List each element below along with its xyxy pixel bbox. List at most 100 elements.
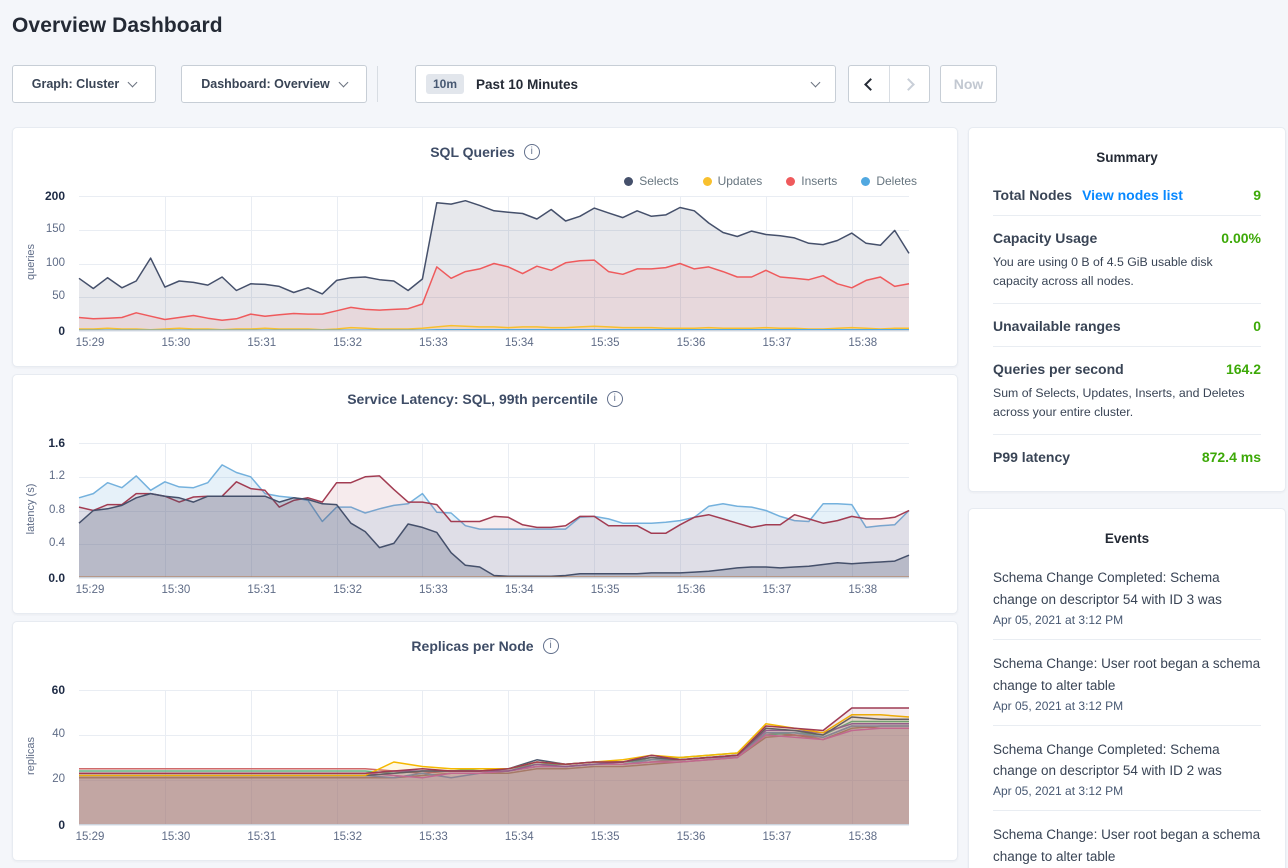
legend-dot-icon <box>624 177 633 186</box>
x-tick-label: 15:36 <box>677 584 706 596</box>
x-tick-label: 15:35 <box>591 337 620 349</box>
x-tick-label: 15:31 <box>247 831 276 843</box>
x-tick-label: 15:38 <box>848 831 877 843</box>
chevron-left-icon <box>864 78 877 91</box>
legend-item[interactable]: Inserts <box>786 174 837 188</box>
events-panel: Events Schema Change Completed: Schema c… <box>968 508 1286 868</box>
summary-stat-row: P99 latency872.4 ms <box>993 435 1261 485</box>
stat-label: P99 latency <box>993 449 1070 465</box>
stat-value: 9 <box>1253 187 1261 203</box>
event-timestamp: Apr 05, 2021 at 3:12 PM <box>993 613 1261 627</box>
summary-title: Summary <box>993 144 1261 173</box>
dashboard-dropdown[interactable]: Dashboard: Overview <box>181 65 367 103</box>
event-item[interactable]: Schema Change Completed: Schema change o… <box>993 554 1261 640</box>
graph-dropdown[interactable]: Graph: Cluster <box>12 65 156 103</box>
legend-dot-icon <box>786 177 795 186</box>
event-message: Schema Change: User root began a schema … <box>993 824 1261 868</box>
legend-dot-icon <box>703 177 712 186</box>
replicas-per-node-plot[interactable]: replicas 0204060 15:2915:3015:3115:3215:… <box>13 690 959 850</box>
summary-stat-row: Total NodesView nodes list9 <box>993 173 1261 216</box>
legend-label: Deletes <box>876 174 917 188</box>
x-tick-label: 15:35 <box>591 584 620 596</box>
y-tick-label: 1.2 <box>13 470 65 482</box>
dashboard-dropdown-label: Dashboard: Overview <box>201 77 330 91</box>
y-tick-label: 0 <box>13 818 65 832</box>
y-tick-label: 20 <box>13 773 65 785</box>
chevron-down-icon <box>338 77 348 87</box>
x-tick-label: 15:37 <box>763 831 792 843</box>
chart-canvas <box>79 443 909 578</box>
event-item[interactable]: Schema Change Completed: Schema change o… <box>993 726 1261 812</box>
y-tick-label: 50 <box>13 290 65 302</box>
time-range-badge: 10m <box>426 74 464 94</box>
x-tick-label: 15:31 <box>247 337 276 349</box>
chevron-down-icon <box>811 77 821 87</box>
y-tick-label: 0.0 <box>13 571 65 585</box>
x-tick-label: 15:34 <box>505 831 534 843</box>
toolbar: Graph: Cluster Dashboard: Overview 10m P… <box>12 65 1286 103</box>
time-range-picker[interactable]: 10m Past 10 Minutes <box>415 65 836 103</box>
x-tick-label: 15:31 <box>247 584 276 596</box>
info-icon[interactable]: i <box>543 638 559 654</box>
stat-value: 0 <box>1253 318 1261 334</box>
x-tick-label: 15:32 <box>333 584 362 596</box>
x-tick-label: 15:37 <box>763 584 792 596</box>
event-item[interactable]: Schema Change: User root began a schema … <box>993 811 1261 868</box>
stat-value: 0.00% <box>1221 230 1261 246</box>
now-button[interactable]: Now <box>940 65 997 103</box>
x-tick-label: 15:30 <box>161 337 190 349</box>
x-tick-label: 15:38 <box>848 337 877 349</box>
charts-column: SQL Queries i SelectsUpdatesInsertsDelet… <box>12 127 958 868</box>
x-tick-label: 15:30 <box>161 831 190 843</box>
chart-legend: Selects Updates Inserts Deletes <box>624 174 917 188</box>
x-tick-label: 15:32 <box>333 831 362 843</box>
x-axis-ticks: 15:2915:3015:3115:3215:3315:3415:3515:36… <box>13 337 959 353</box>
legend-label: Selects <box>639 174 678 188</box>
x-tick-label: 15:33 <box>419 584 448 596</box>
event-message: Schema Change: User root began a schema … <box>993 653 1261 697</box>
chart-card-replicas-per-node: Replicas per Node i replicas 0204060 15:… <box>12 621 958 861</box>
legend-label: Inserts <box>801 174 837 188</box>
y-axis-ticks: 0.00.40.81.21.6 <box>13 443 71 578</box>
x-tick-label: 15:38 <box>848 584 877 596</box>
y-tick-label: 0 <box>13 324 65 338</box>
x-tick-label: 15:36 <box>677 831 706 843</box>
event-timestamp: Apr 05, 2021 at 3:12 PM <box>993 699 1261 713</box>
info-icon[interactable]: i <box>524 144 540 160</box>
y-tick-label: 100 <box>13 257 65 269</box>
view-nodes-link[interactable]: View nodes list <box>1082 187 1183 203</box>
legend-item[interactable]: Updates <box>703 174 763 188</box>
legend-dot-icon <box>861 177 870 186</box>
x-tick-label: 15:33 <box>419 831 448 843</box>
event-item[interactable]: Schema Change: User root began a schema … <box>993 640 1261 726</box>
y-tick-label: 0.4 <box>13 537 65 549</box>
event-timestamp: Apr 05, 2021 at 3:12 PM <box>993 784 1261 798</box>
summary-panel: Summary Total NodesView nodes list9Capac… <box>968 127 1286 492</box>
x-tick-label: 15:29 <box>76 337 105 349</box>
x-axis-ticks: 15:2915:3015:3115:3215:3315:3415:3515:36… <box>13 584 959 600</box>
sql-queries-plot[interactable]: queries 050100150200 15:2915:3015:3115:3… <box>13 196 959 356</box>
event-message: Schema Change Completed: Schema change o… <box>993 739 1261 783</box>
x-axis-ticks: 15:2915:3015:3115:3215:3315:3415:3515:36… <box>13 831 959 847</box>
y-axis-ticks: 0204060 <box>13 690 71 825</box>
x-tick-label: 15:36 <box>677 337 706 349</box>
legend-item[interactable]: Selects <box>624 174 678 188</box>
chart-title: Replicas per Node <box>411 638 533 654</box>
time-range-label: Past 10 Minutes <box>476 77 578 92</box>
main-content: SQL Queries i SelectsUpdatesInsertsDelet… <box>12 127 1286 868</box>
info-icon[interactable]: i <box>607 391 623 407</box>
x-tick-label: 15:34 <box>505 337 534 349</box>
prev-time-button[interactable] <box>849 66 889 102</box>
stat-label: Capacity Usage <box>993 230 1097 246</box>
legend-item[interactable]: Deletes <box>861 174 917 188</box>
y-axis-ticks: 050100150200 <box>13 196 71 331</box>
graph-dropdown-label: Graph: Cluster <box>32 77 120 91</box>
time-step-buttons <box>848 65 930 103</box>
chart-canvas <box>79 196 909 331</box>
overview-dashboard-page: Overview Dashboard Graph: Cluster Dashbo… <box>0 0 1288 868</box>
next-time-button[interactable] <box>889 66 929 102</box>
y-tick-label: 60 <box>13 683 65 697</box>
y-tick-label: 150 <box>13 223 65 235</box>
service-latency-plot[interactable]: latency (s) 0.00.40.81.21.6 15:2915:3015… <box>13 443 959 603</box>
x-tick-label: 15:35 <box>591 831 620 843</box>
